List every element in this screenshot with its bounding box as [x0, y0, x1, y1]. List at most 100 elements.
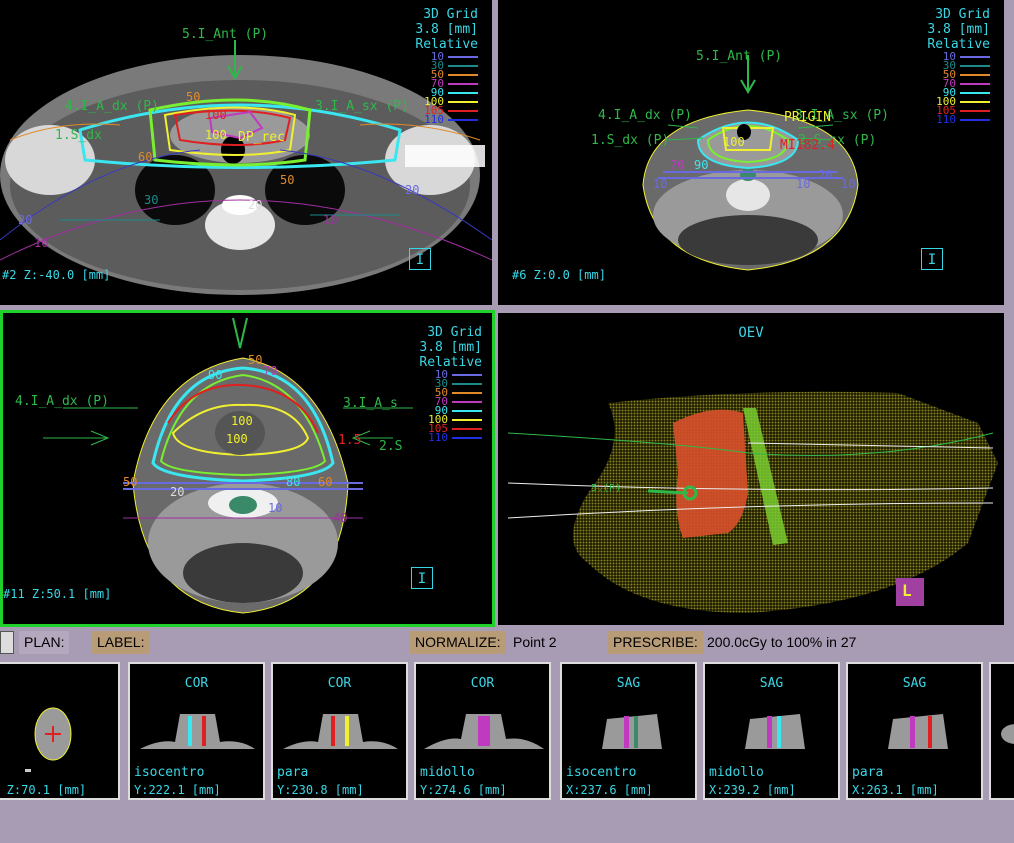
- isodose-label: 10: [34, 236, 49, 250]
- beam-label-ant: 5.I_Ant (P): [696, 49, 783, 64]
- isodose-legend-entry: 10: [927, 51, 990, 62]
- beam-label-a-dx: 4.I_A_dx (P): [65, 99, 159, 114]
- isodose-legend-value: 110: [936, 113, 956, 126]
- viewport-axial-top-left[interactable]: 5.I_Ant (P) 4.I_A_dx (P) 3.I_A_sx (P) 1.…: [0, 0, 492, 305]
- isodose-label: 10: [841, 177, 856, 191]
- isodose-label: 60: [138, 150, 153, 164]
- viewport-axial-bottom-left[interactable]: 4.I_A_dx (P) 3.I_A_s 2.S 1.5 100 100 90 …: [0, 310, 495, 627]
- isodose-legend-entry: 110: [927, 113, 990, 126]
- grid-type: 3D Grid: [427, 325, 482, 340]
- isodose-legend-swatch: [960, 118, 990, 121]
- isodose-legend-swatch: [448, 55, 478, 58]
- isodose-label: 70: [263, 364, 278, 378]
- oev-3d-render-image: [507, 391, 998, 613]
- grid-mode: Relative: [415, 37, 478, 52]
- grid-mode: Relative: [419, 355, 482, 370]
- plan-info-bar: PLAN: LABEL: NORMALIZE: Point 2 PRESCRIB…: [0, 629, 1014, 656]
- isodose-legend-swatch: [960, 91, 990, 94]
- normalize-value[interactable]: Point 2: [508, 631, 562, 654]
- thumbnail-coordinate: Y:274.6 [mm]: [420, 783, 507, 797]
- thumbnail-sag-midollo[interactable]: SAG midollo X:239.2 [mm]: [703, 662, 840, 800]
- thumbnail-cor-midollo[interactable]: COR midollo Y:274.6 [mm]: [414, 662, 551, 800]
- isodose-label: 100: [231, 414, 253, 428]
- label-field-value[interactable]: [158, 631, 408, 654]
- label-field-label: LABEL:: [92, 631, 150, 654]
- isodose-label: 50: [248, 353, 263, 367]
- isodose-label: 20: [405, 183, 420, 197]
- isodose-legend: 10 30 50 70 90 100 105 110: [419, 369, 482, 443]
- isodose-label: 10: [796, 177, 811, 191]
- thumbnail-sag-para[interactable]: SAG para X:263.1 [mm]: [846, 662, 983, 800]
- beam-label-a-dx: 4.I_A_dx (P): [598, 108, 692, 123]
- thumbnail-coordinate: X:239.2 [mm]: [709, 783, 796, 797]
- thumbnail-cor-para[interactable]: COR para Y:230.8 [mm]: [271, 662, 408, 800]
- isodose-label: 50: [123, 475, 138, 489]
- isodose-legend-entry: 70: [927, 78, 990, 89]
- isodose-label: 90: [694, 158, 709, 172]
- orientation-marker-icon[interactable]: I: [411, 567, 433, 589]
- isodose-legend-swatch: [448, 82, 478, 85]
- isodose-legend-swatch: [960, 82, 990, 85]
- beam-label-s-dx: 1.S_dx (P): [591, 133, 670, 148]
- isodose-legend-swatch: [448, 91, 478, 94]
- thumbnail-coordinate: Y:230.8 [mm]: [277, 783, 364, 797]
- isodose-legend-entry: 10: [419, 369, 482, 380]
- prescribe-value[interactable]: 200.0cGy to 100% in 27: [702, 631, 861, 654]
- thumbnail-image: [25, 707, 72, 772]
- isodose-legend-entry: 50: [415, 69, 478, 80]
- isodose-legend-swatch: [448, 118, 478, 121]
- grid-size: 3.8 [mm]: [927, 22, 990, 37]
- viewport-axial-top-right[interactable]: 5.I_Ant (P) 4.I_A_dx (P) 3.I_A_sx (P) 1.…: [498, 0, 1004, 305]
- isodose-legend-entry: 30: [415, 60, 478, 71]
- prescribe-label: PRESCRIBE:: [608, 631, 703, 654]
- thumbnail-cor-isocentro[interactable]: COR isocentro Y:222.1 [mm]: [128, 662, 265, 800]
- beam-label-ant: 5.I_Ant (P): [182, 27, 269, 42]
- isodose-label: 10: [323, 213, 338, 227]
- thumbnail-coordinate: Y:222.1 [mm]: [134, 783, 221, 797]
- isodose-label: 10: [268, 501, 283, 515]
- isodose-label: 20: [18, 213, 33, 227]
- orientation-marker-icon[interactable]: I: [921, 248, 943, 270]
- beam-label-a-sx: 3.I_A_s: [343, 396, 398, 411]
- thumbnail-sag-isocentro[interactable]: SAG isocentro X:237.6 [mm]: [560, 662, 697, 800]
- isodose-legend-swatch: [448, 73, 478, 76]
- plan-label: PLAN:: [19, 631, 70, 654]
- isodose-legend-entry: 110: [415, 113, 478, 126]
- isodose-legend-swatch: [448, 64, 478, 67]
- plan-toggle-icon[interactable]: [0, 631, 14, 654]
- isodose-legend-entry: 70: [415, 78, 478, 89]
- isodose-legend-swatch: [452, 382, 482, 385]
- thumbnail-name: para: [277, 765, 309, 780]
- isodose-legend-swatch: [452, 418, 482, 421]
- thumbnail-partial[interactable]: [989, 662, 1014, 800]
- thumbnail-name: para: [852, 765, 884, 780]
- isodose-label: 50: [280, 173, 295, 187]
- thumbnail-name: midollo: [420, 765, 475, 780]
- thumbnail-name: isocentro: [134, 765, 205, 780]
- grid-info: 3D Grid 3.8 [mm] Relative 10 30 50 70 90 100 1…: [415, 7, 478, 126]
- isodose-label: 10: [653, 177, 668, 191]
- beam-label-a-dx: 4.I_A_dx (P): [15, 394, 109, 409]
- isodose-label: 100: [205, 108, 227, 122]
- orientation-cube-icon[interactable]: L: [902, 581, 912, 600]
- viewport-oev-3d[interactable]: OEV 5.(P) L: [498, 313, 1004, 625]
- isodose-label: 90: [208, 368, 223, 382]
- isodose-legend-swatch: [960, 109, 990, 112]
- point-label: 1.5: [338, 433, 362, 448]
- orientation-marker-icon[interactable]: I: [409, 248, 431, 270]
- beam-label-s-dx: 1.S_dx: [55, 128, 102, 143]
- grid-type: 3D Grid: [423, 7, 478, 22]
- isodose-label: 20: [170, 485, 185, 499]
- isodose-label: 70: [670, 158, 685, 172]
- isodose-legend-entry: 50: [419, 387, 482, 398]
- beam-label-p: 5.(P): [591, 483, 622, 494]
- isodose-legend: 10 30 50 70 90 100 105 110: [927, 51, 990, 126]
- isodose-label: 80: [286, 475, 301, 489]
- thumbnail-axial[interactable]: 13 Z:70.1 [mm]: [0, 662, 120, 800]
- grid-mode: Relative: [927, 37, 990, 52]
- isodose-legend-entry: 30: [927, 60, 990, 71]
- isodose-label: 50: [186, 90, 201, 104]
- beam-label-dp-rec: DP_rec: [238, 130, 285, 145]
- thumbnail-name: isocentro: [566, 765, 637, 780]
- isodose-legend-value: 110: [424, 113, 444, 126]
